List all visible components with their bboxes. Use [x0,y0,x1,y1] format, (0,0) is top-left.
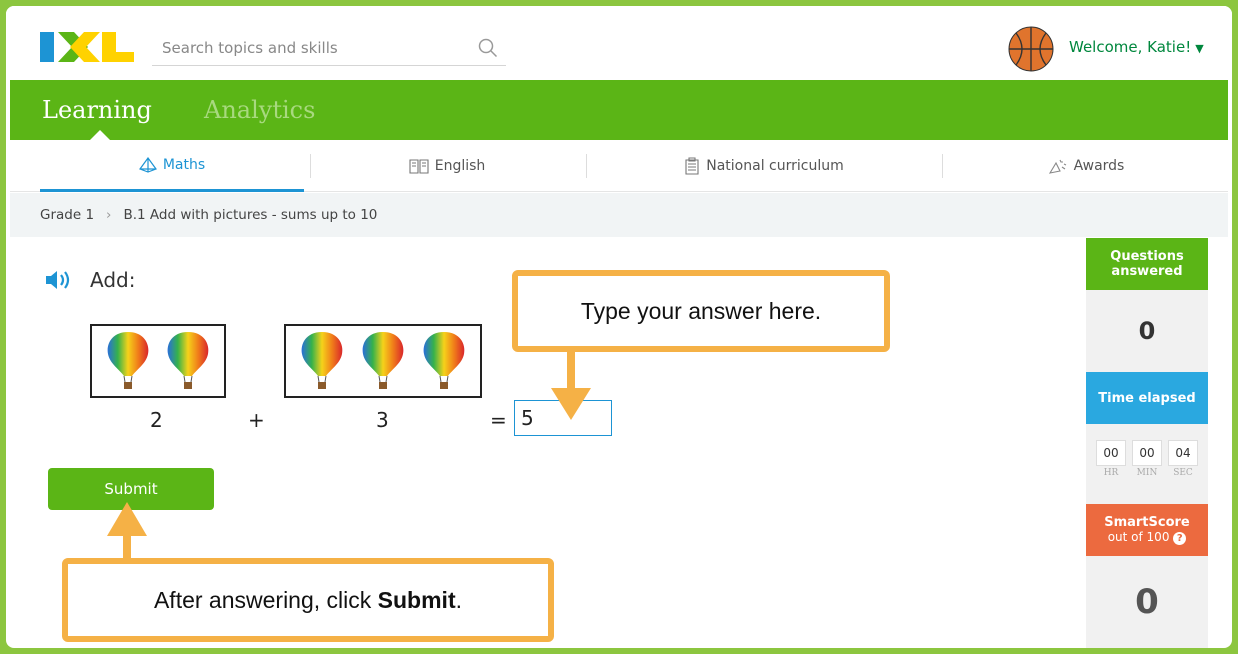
main-nav: Learning Analytics [10,80,1228,140]
breadcrumb-skill: B.1 Add with pictures - sums up to 10 [123,207,378,223]
tab-maths-label: Maths [162,156,206,173]
search-icon[interactable] [478,38,498,58]
caret-down-icon: ▼ [1195,42,1204,55]
active-tab-pointer [90,130,110,140]
callout-type-answer: Type your answer here. [512,270,890,352]
timer-minutes: 00 [1132,440,1162,466]
tab-national-curriculum[interactable]: National curriculum [586,140,942,192]
hot-air-balloon-icon [107,332,149,389]
time-elapsed-label: Time elapsed [1086,372,1208,424]
tab-english[interactable]: English [310,140,584,192]
callout-click-submit: After answering, click Submit. [62,558,554,642]
app-window: Welcome, Katie!▼ Learning Analytics Math… [6,6,1232,648]
balloon-group-2 [284,324,482,398]
timer: 00 00 04 HR MIN SEC [1086,424,1208,504]
smartscore-header: SmartScore out of 100 ? [1086,504,1208,556]
smartscore-sub: out of 100 ? [1086,530,1208,545]
breadcrumb: Grade 1 › B.1 Add with pictures - sums u… [10,193,1228,237]
divider [942,154,943,178]
clipboard-icon [685,157,699,175]
pyramid-icon [138,156,157,173]
tab-national-curriculum-label: National curriculum [706,158,844,174]
tab-awards-label: Awards [1073,158,1125,174]
search-bar [152,32,506,66]
balloon-group-1 [90,324,226,398]
callout-bottom-prefix: After answering, click [153,586,378,613]
hot-air-balloon-icon [362,332,404,389]
breadcrumb-grade[interactable]: Grade 1 [40,207,94,223]
avatar-basketball-icon[interactable] [1008,26,1054,72]
questions-answered-label: Questions answered [1086,238,1208,290]
timer-seconds-unit: SEC [1173,468,1193,478]
tab-maths[interactable]: Maths [40,140,304,192]
addend-1: 2 [150,408,163,432]
callout-bottom-suffix: . [455,586,463,613]
smartscore-label: SmartScore [1104,515,1190,530]
question-prompt: Add: [90,268,136,292]
arrow-down-icon [551,352,591,420]
smartscore-value: 0 [1086,556,1208,648]
tab-english-label: English [434,158,486,174]
ixl-logo[interactable] [40,28,136,66]
timer-minutes-unit: MIN [1136,468,1158,478]
addend-2: 3 [376,408,389,432]
subject-tabs: Maths English National curriculum Awards [10,140,1228,192]
search-input[interactable] [152,32,452,64]
timer-hours: 00 [1096,440,1126,466]
top-bar: Welcome, Katie!▼ [6,6,1232,80]
tab-analytics[interactable]: Analytics [204,96,315,124]
hot-air-balloon-icon [301,332,343,389]
chevron-right-icon: › [106,207,112,223]
awards-icon [1048,159,1066,174]
tab-awards[interactable]: Awards [944,140,1228,192]
tab-learning[interactable]: Learning [42,96,152,124]
arrow-up-icon [107,502,147,562]
speaker-icon[interactable] [44,268,74,292]
help-icon[interactable]: ? [1173,532,1187,545]
timer-seconds: 04 [1168,440,1198,466]
score-sidebar: Questions answered 0 Time elapsed 00 00 … [1086,238,1208,648]
smartscore-sub-text: out of 100 [1107,530,1170,544]
welcome-menu[interactable]: Welcome, Katie! ▼ [1069,38,1204,56]
book-icon [409,159,429,174]
hot-air-balloon-icon [167,332,209,389]
welcome-text: Welcome, Katie! [1069,38,1192,56]
questions-answered-value: 0 [1086,290,1208,372]
callout-bottom-bold: Submit [377,586,456,613]
equals-sign: = [490,408,507,432]
timer-hours-unit: HR [1103,468,1119,478]
plus-sign: + [248,408,265,432]
hot-air-balloon-icon [423,332,465,389]
